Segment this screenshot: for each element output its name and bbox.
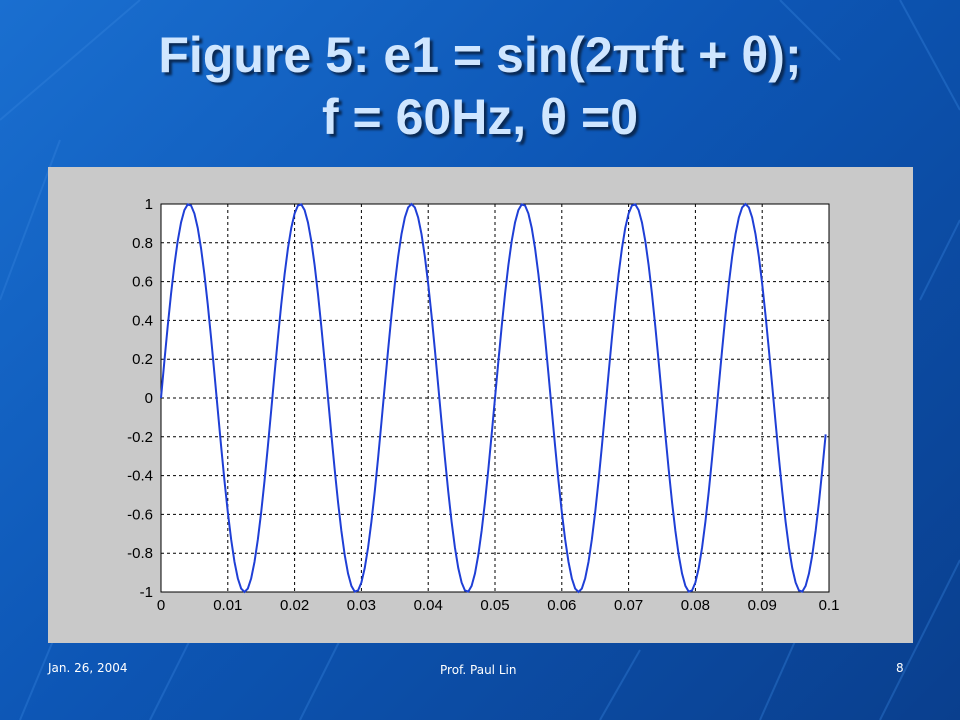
x-tick-label: 0.03 <box>347 597 376 614</box>
figure-panel: 0 0.01 0.02 0.03 0.04 0.05 0.06 0.07 0.08 0.09 0.1… <box>48 167 913 643</box>
x-tick-label: 0.04 <box>414 597 443 614</box>
y-tick-label: 0.4 <box>132 312 153 329</box>
y-tick-label: -0.6 <box>127 506 153 523</box>
y-tick-label: 0 <box>145 390 153 407</box>
x-tick-label: 0.02 <box>280 597 309 614</box>
y-tick-label: -0.4 <box>127 468 153 485</box>
footer-author: Prof. Paul Lin <box>440 663 517 677</box>
x-tick-label: 0.08 <box>681 597 710 614</box>
y-tick-label: -0.8 <box>127 545 153 562</box>
y-tick-label: 1 <box>145 196 153 213</box>
x-tick-label: 0.09 <box>748 597 777 614</box>
slide: Figure 5: e1 = sin(2πft + θ); f = 60Hz, … <box>0 0 960 720</box>
footer-date: Jan. 26, 2004 <box>48 661 128 675</box>
x-tick-label: 0.01 <box>213 597 242 614</box>
page-number: 8 <box>896 661 904 675</box>
slide-title: Figure 5: e1 = sin(2πft + θ); f = 60Hz, … <box>0 24 960 148</box>
x-tick-label: 0.07 <box>614 597 643 614</box>
y-tick-label: -1 <box>140 584 153 601</box>
y-tick-label: 0.8 <box>132 235 153 252</box>
y-tick-label: 0.2 <box>132 351 153 368</box>
x-tick-label: 0.05 <box>480 597 509 614</box>
sine-wave-chart: 0 0.01 0.02 0.03 0.04 0.05 0.06 0.07 0.08 0.09 0.1… <box>127 196 840 614</box>
x-tick-label: 0.1 <box>819 597 840 614</box>
title-line-2: f = 60Hz, θ =0 <box>321 89 639 145</box>
x-tick-label: 0 <box>157 597 165 614</box>
title-line-1: Figure 5: e1 = sin(2πft + θ); <box>158 27 802 83</box>
x-tick-label: 0.06 <box>547 597 576 614</box>
y-tick-label: -0.2 <box>127 429 153 446</box>
y-tick-label: 0.6 <box>132 274 153 291</box>
